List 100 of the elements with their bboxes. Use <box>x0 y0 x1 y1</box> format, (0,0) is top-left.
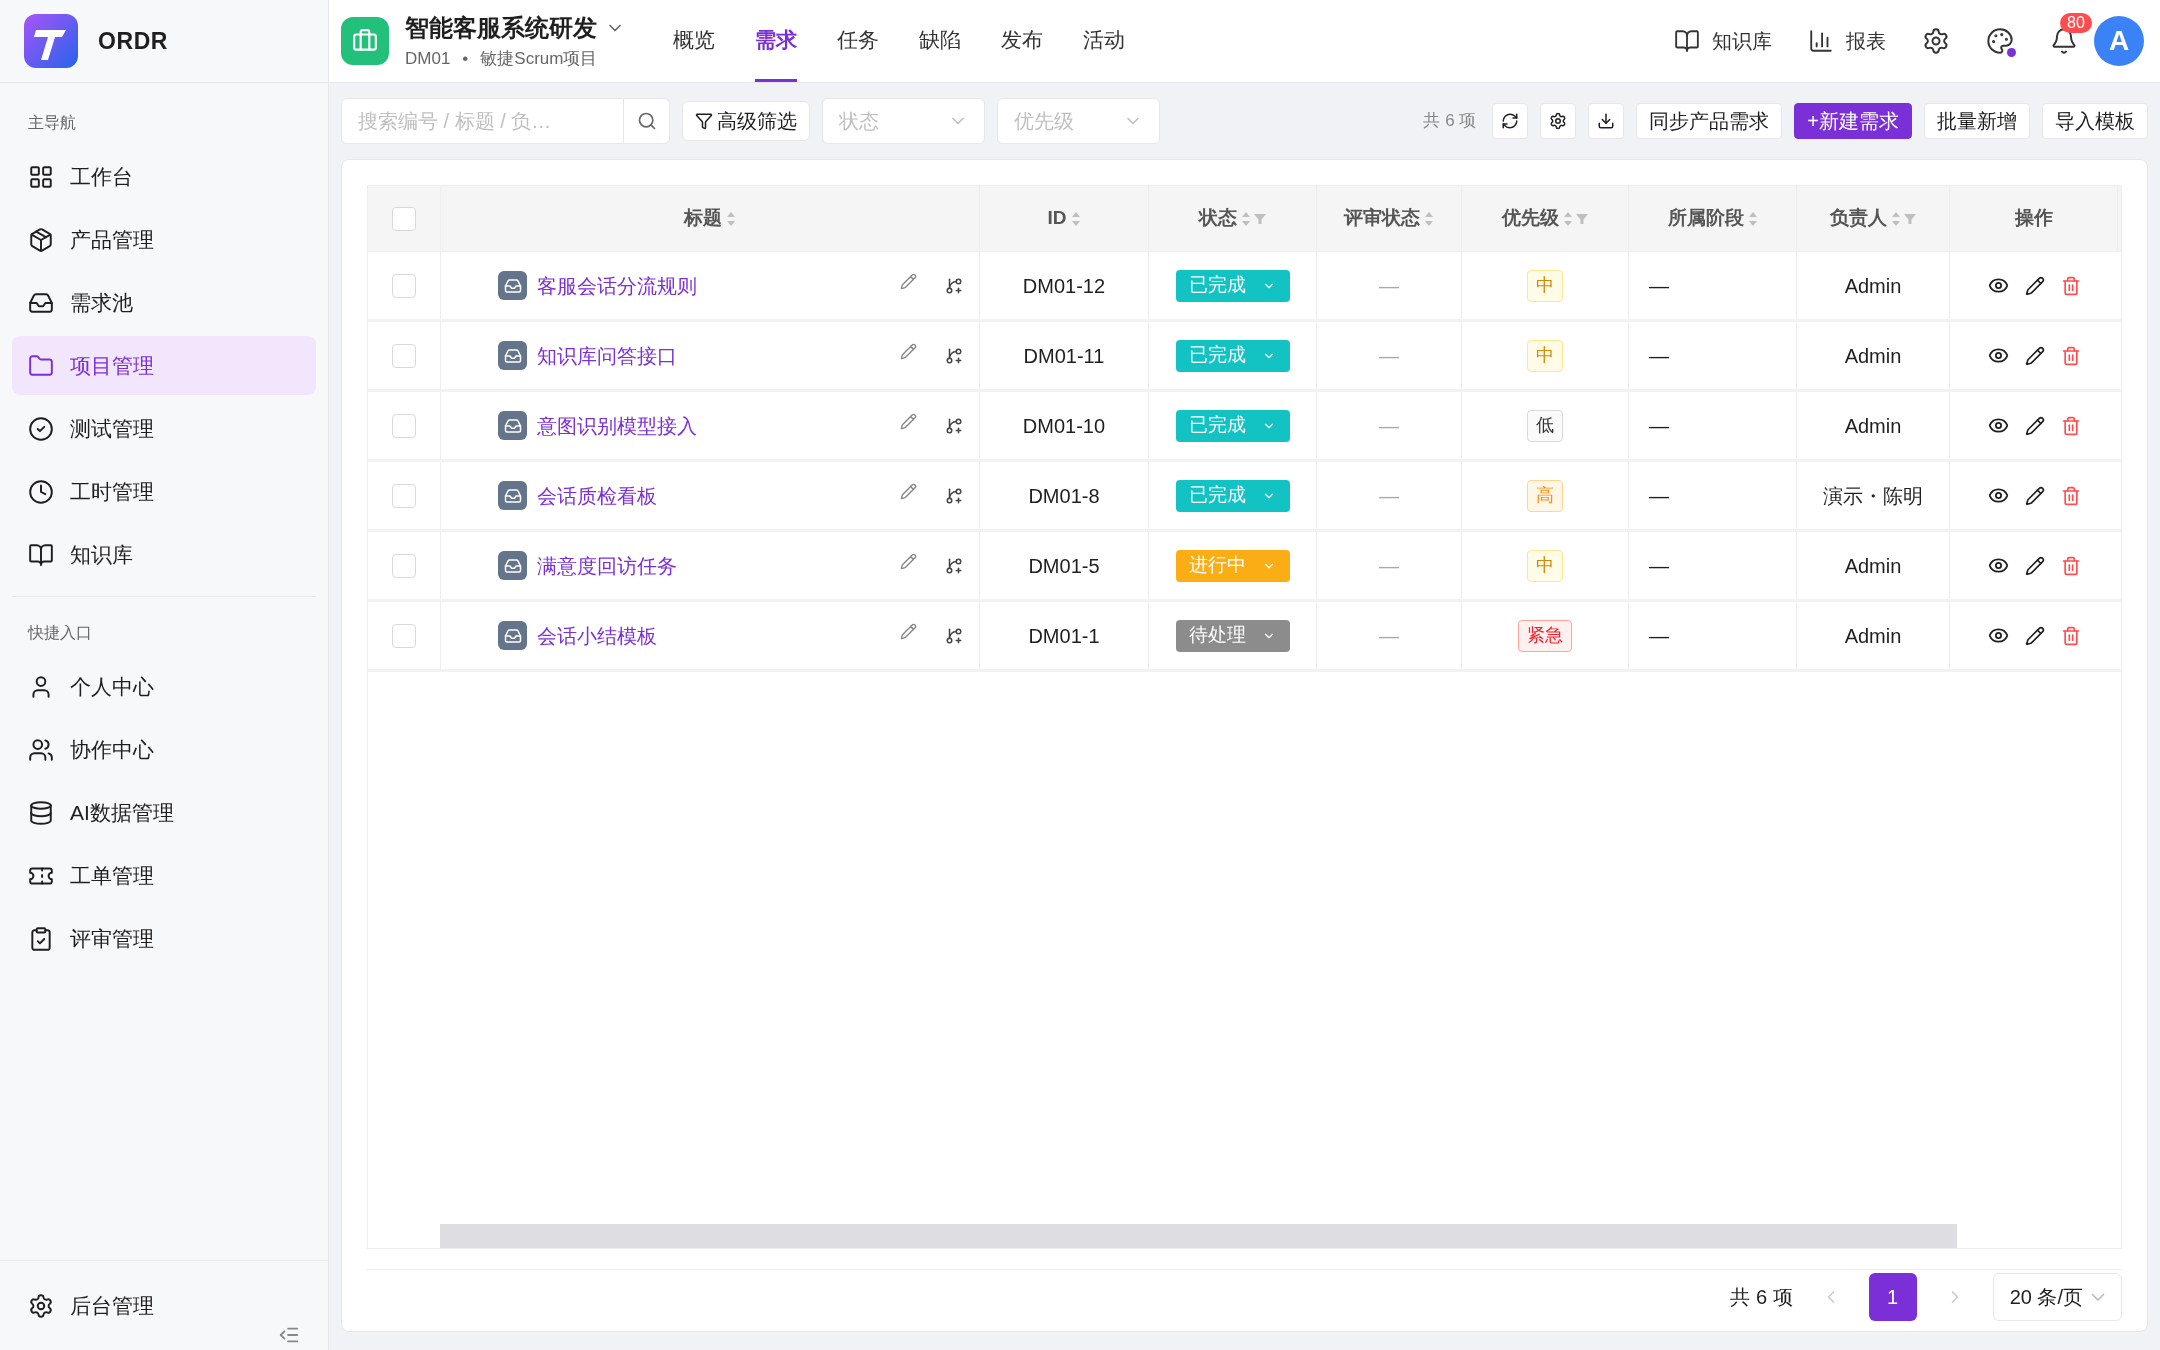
sidebar-item[interactable]: 知识库 <box>12 525 316 584</box>
column-header: 标题 <box>684 206 722 231</box>
filter-icon <box>695 112 713 130</box>
checkbox[interactable] <box>392 553 416 578</box>
branch-icon[interactable] <box>945 626 963 645</box>
settings-button[interactable] <box>1540 103 1577 139</box>
sidebar-item[interactable]: 评审管理 <box>12 909 316 968</box>
table-cell: — <box>1317 322 1462 389</box>
column-header: 负责人 <box>1829 206 1887 231</box>
nav-tab[interactable]: 任务 <box>837 0 879 82</box>
search-button[interactable] <box>624 98 670 144</box>
sidebar-item[interactable]: 工时管理 <box>12 462 316 521</box>
title-link[interactable]: 客服会话分流规则 <box>537 270 697 301</box>
logo-text: ORDR <box>98 26 169 56</box>
table-cell: Admin <box>1797 532 1950 599</box>
nav-tab[interactable]: 概览 <box>673 0 715 82</box>
column-header: 评审状态 <box>1344 206 1420 231</box>
checkbox[interactable] <box>392 343 416 368</box>
sidebar-item[interactable]: 需求池 <box>12 273 316 332</box>
toolbar-button[interactable]: 同步产品需求 <box>1636 103 1783 139</box>
page-button[interactable]: 1 <box>1868 1272 1917 1321</box>
priority-tag: 中 <box>1527 339 1563 372</box>
edit-icon[interactable] <box>2024 415 2045 436</box>
toolbar-button[interactable]: +新建需求 <box>1794 103 1912 139</box>
bar-chart-icon <box>1808 28 1834 54</box>
toolbar-button[interactable]: 批量新增 <box>1924 103 2030 139</box>
title-link[interactable]: 知识库问答接口 <box>537 340 677 371</box>
branch-icon[interactable] <box>945 416 963 435</box>
avatar[interactable]: A <box>2094 16 2144 66</box>
title-link[interactable]: 满意度回访任务 <box>537 550 677 581</box>
project-name[interactable]: 智能客服系统研发 <box>405 10 597 47</box>
checkbox[interactable] <box>392 206 416 231</box>
table-cell: Admin <box>1797 392 1950 459</box>
edit-icon[interactable] <box>2024 275 2045 296</box>
bell-icon[interactable] <box>2050 27 2078 55</box>
sidebar-item[interactable]: AI数据管理 <box>12 783 316 842</box>
notification-badge: 80 <box>2060 13 2092 33</box>
table-cell: DM01-12 <box>980 252 1149 319</box>
branch-icon[interactable] <box>945 556 963 575</box>
edit-icon[interactable] <box>2024 485 2045 506</box>
delete-icon[interactable] <box>2060 415 2081 436</box>
logo-icon <box>24 14 78 68</box>
check-circle-icon <box>28 415 54 442</box>
table-cell: — <box>1629 462 1797 529</box>
sidebar-item[interactable]: 协作中心 <box>12 720 316 779</box>
search-field[interactable]: 搜索编号 / 标题 / 负… <box>341 98 624 144</box>
folder-icon <box>28 352 54 379</box>
title-link[interactable]: 会话小结模板 <box>537 620 657 651</box>
checkbox[interactable] <box>392 273 416 298</box>
table-cell: — <box>1629 252 1797 319</box>
table-cell: — <box>1629 602 1797 669</box>
refresh-button[interactable] <box>1492 103 1529 139</box>
database-icon <box>28 799 54 826</box>
delete-icon[interactable] <box>2060 555 2081 576</box>
theme-button[interactable] <box>1986 27 2014 55</box>
table-cell: Admin <box>1797 252 1950 319</box>
section-title: 快捷入口 <box>26 623 93 643</box>
table-cell: DM01-5 <box>980 532 1149 599</box>
horizontal-scrollbar[interactable] <box>440 1224 1957 1248</box>
delete-icon[interactable] <box>2060 485 2081 506</box>
delete-icon[interactable] <box>2060 275 2081 296</box>
priority-tag: 中 <box>1527 269 1563 302</box>
book-icon <box>28 541 54 568</box>
header-link[interactable]: 报表 <box>1808 26 1886 56</box>
sidebar-item[interactable]: 产品管理 <box>12 210 316 269</box>
edit-icon[interactable] <box>2024 625 2045 646</box>
nav-tab[interactable]: 活动 <box>1083 0 1125 82</box>
table-cell: 演示・陈明 <box>1797 462 1950 529</box>
delete-icon[interactable] <box>2060 625 2081 646</box>
edit-icon[interactable] <box>2024 555 2045 576</box>
toolbar-button[interactable]: 导入模板 <box>2042 103 2148 139</box>
nav-tab[interactable]: 缺陷 <box>919 0 961 82</box>
page-size-select[interactable]: 20 条/页 <box>1992 1272 2122 1321</box>
edit-icon[interactable] <box>2024 345 2045 366</box>
title-link[interactable]: 意图识别模型接入 <box>537 410 697 441</box>
sidebar-item[interactable]: 工单管理 <box>12 846 316 905</box>
branch-icon[interactable] <box>945 486 963 505</box>
settings-icon <box>1549 112 1568 130</box>
sidebar-item[interactable]: 项目管理 <box>12 336 316 395</box>
nav-tab[interactable]: 需求 <box>755 0 797 82</box>
table-cell: DM01-10 <box>980 392 1149 459</box>
branch-icon[interactable] <box>945 276 963 295</box>
nav-tab[interactable]: 发布 <box>1001 0 1043 82</box>
download-button[interactable] <box>1588 103 1625 139</box>
title-link[interactable]: 会话质检看板 <box>537 480 657 511</box>
sidebar-item[interactable]: 后台管理 <box>28 1289 154 1322</box>
checkbox[interactable] <box>392 483 416 508</box>
sidebar-item[interactable]: 工作台 <box>12 147 316 206</box>
sidebar-item[interactable]: 测试管理 <box>12 399 316 458</box>
checkbox[interactable] <box>392 623 416 648</box>
sidebar-item[interactable]: 个人中心 <box>12 657 316 716</box>
project-type: 敏捷Scrum项目 <box>480 48 598 71</box>
delete-icon[interactable] <box>2060 345 2081 366</box>
header-link[interactable]: 知识库 <box>1674 26 1772 56</box>
advanced-filter-button[interactable]: 高级筛选 <box>682 101 810 141</box>
checkbox[interactable] <box>392 413 416 438</box>
settings-icon[interactable] <box>1922 27 1950 55</box>
search-icon <box>636 111 657 131</box>
briefcase-icon <box>352 28 378 54</box>
branch-icon[interactable] <box>945 346 963 365</box>
